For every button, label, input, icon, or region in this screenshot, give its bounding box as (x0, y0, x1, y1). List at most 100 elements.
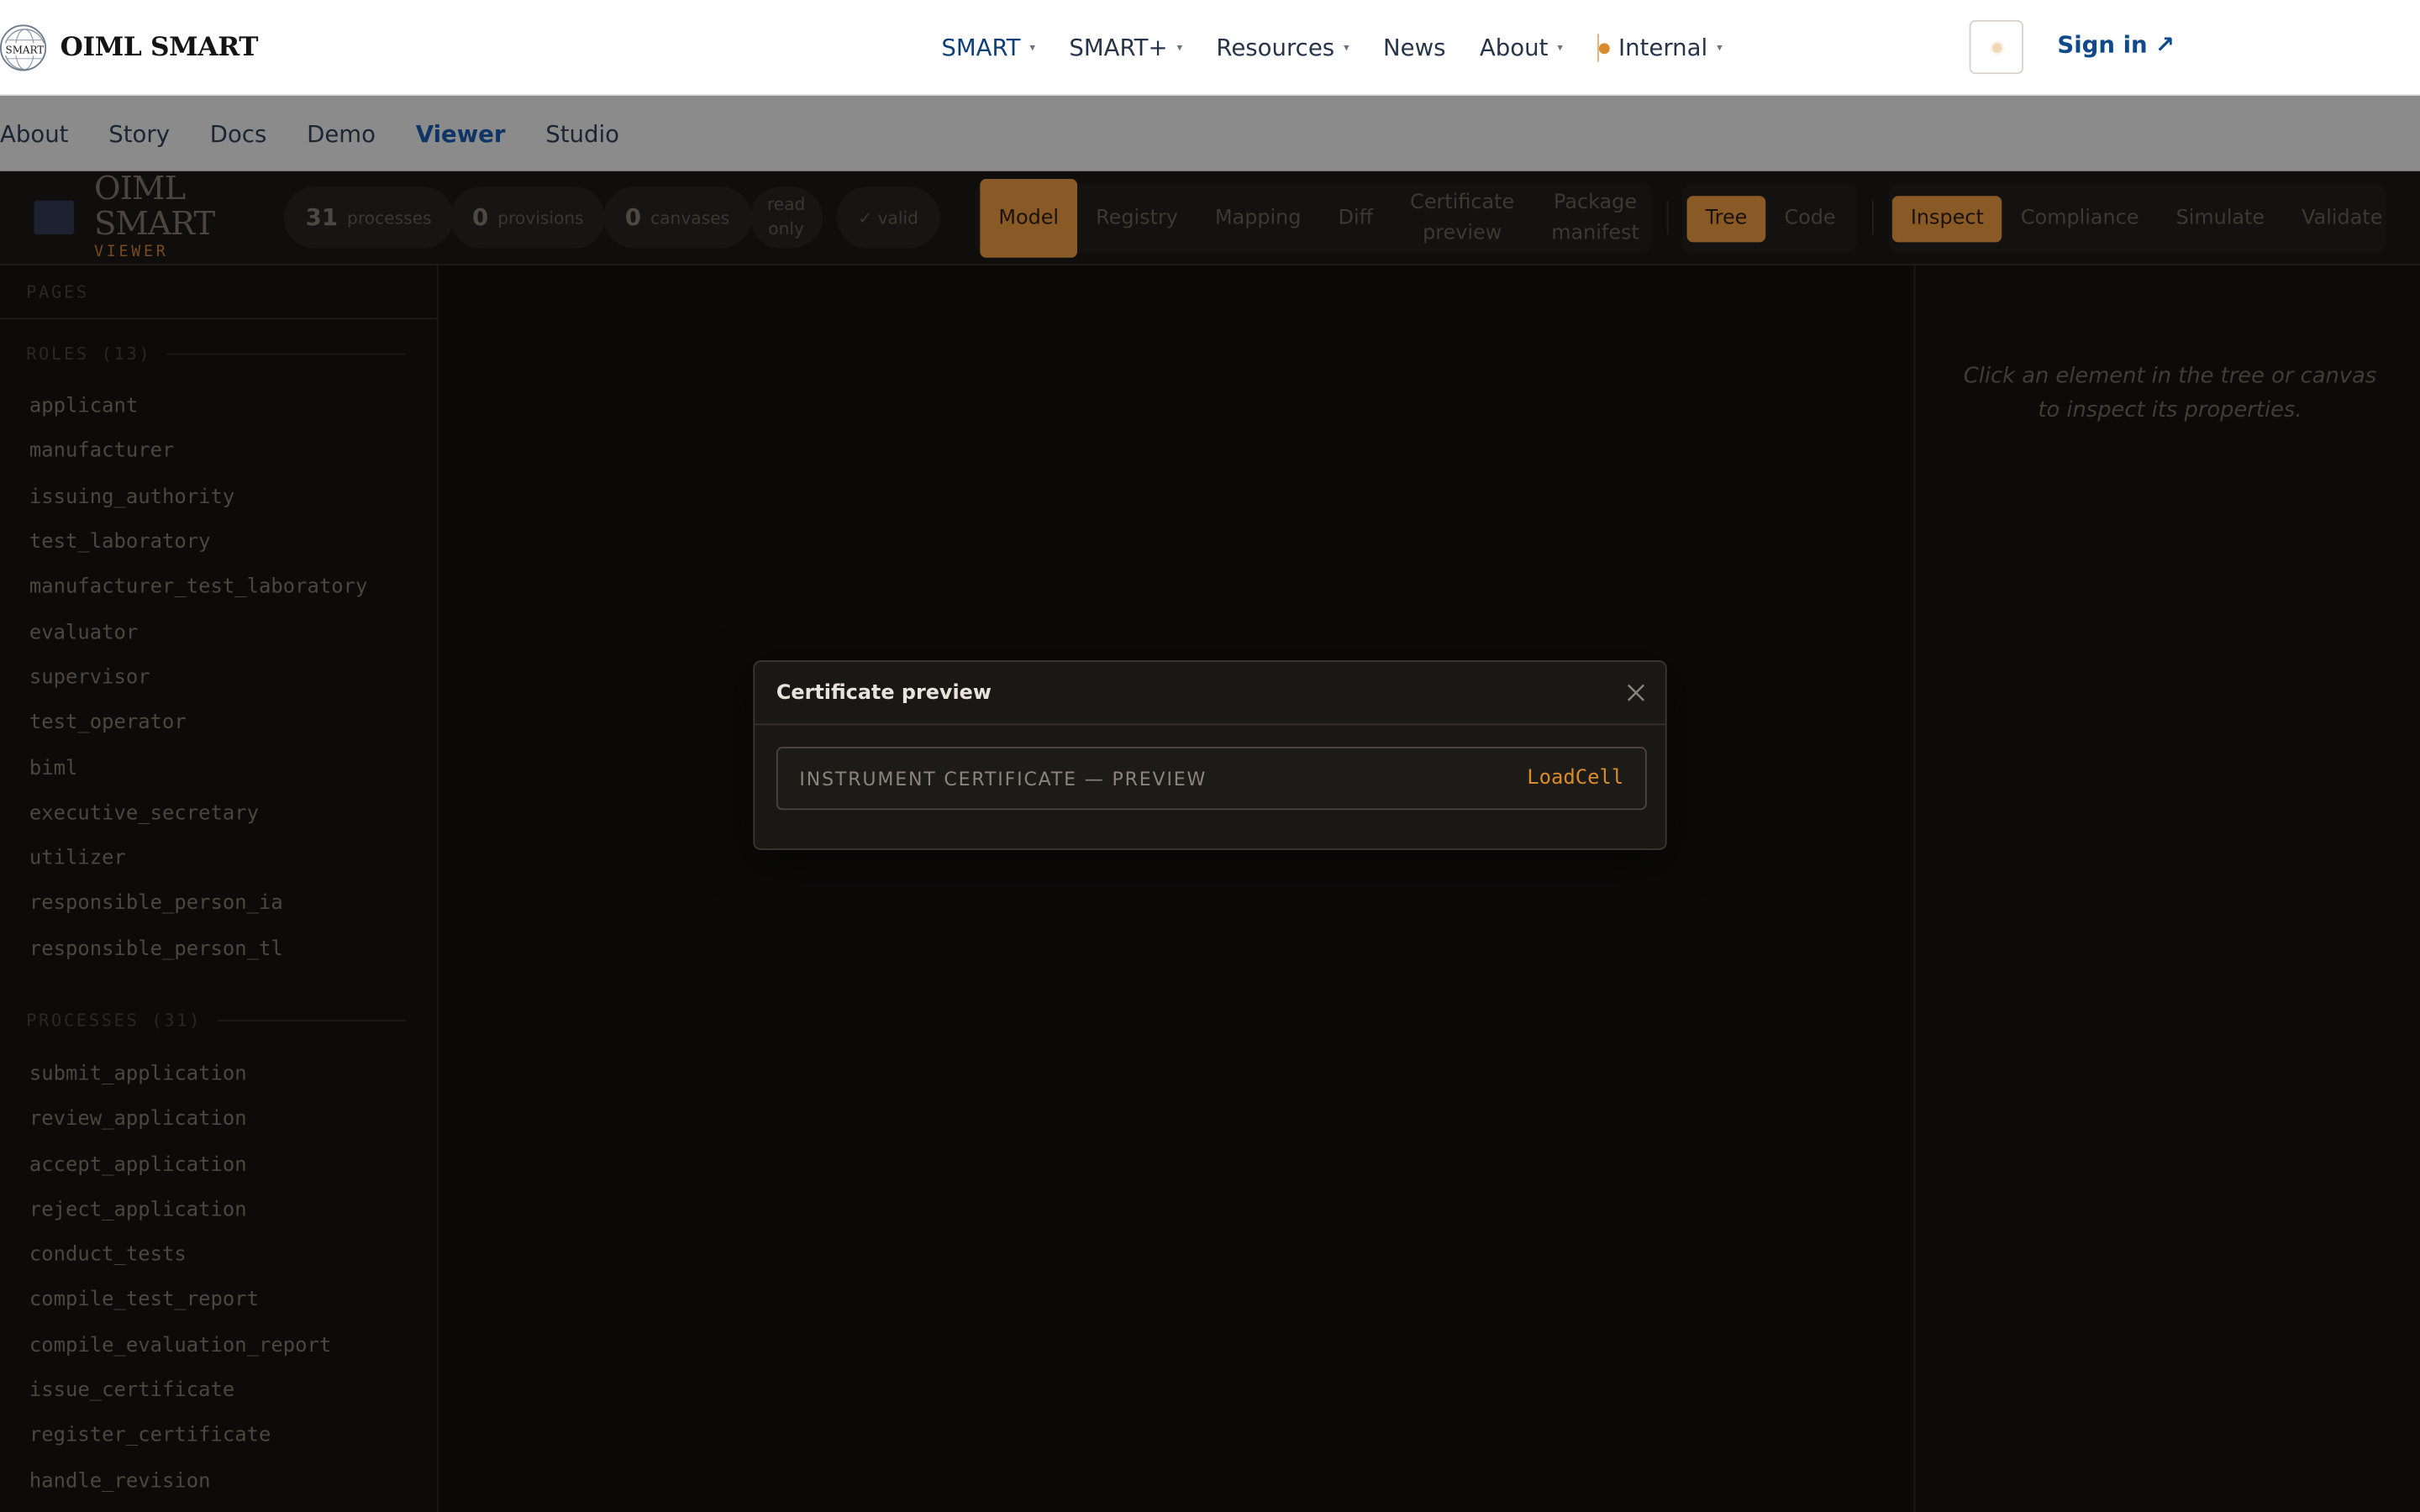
badge-line: read (766, 194, 806, 215)
tab-tree[interactable]: Tree (1686, 195, 1766, 242)
sidebar-item-process-handle-edition-change[interactable]: handle_edition_change (0, 1504, 437, 1512)
tab-label-line: preview (1423, 221, 1502, 245)
stat-canvases: 0 canvases (603, 186, 751, 249)
tab-registry[interactable]: Registry (1077, 203, 1197, 234)
viewer-title-line: OIML (94, 170, 186, 207)
status-dot-icon (1598, 42, 1609, 54)
certificate-preview-modal: Certificate preview INSTRUMENT CERTIFICA… (753, 660, 1667, 851)
chevron-down-icon: ▾ (1029, 41, 1035, 55)
sidebar-item-role-applicant[interactable]: applicant (0, 384, 437, 429)
chevron-down-icon: ▾ (1344, 41, 1349, 55)
pages-header: PAGES (0, 265, 437, 320)
svg-text:SMART: SMART (6, 44, 45, 55)
subnav-item-story[interactable]: Story (108, 119, 170, 147)
nav-item-resources[interactable]: Resources ▾ (1216, 34, 1349, 61)
roles-section-title: ROLES (13) (0, 323, 437, 384)
tab-package-manifest[interactable]: Package manifest (1533, 187, 1658, 249)
subnav-item-demo[interactable]: Demo (307, 119, 376, 147)
nav-item-label: News (1383, 34, 1446, 62)
inspector-hint: Click an element in the tree or canvas t… (1963, 364, 2377, 423)
processes-list: submit_application review_application acce… (0, 1052, 437, 1512)
nav-item-news[interactable]: News (1383, 34, 1445, 61)
brand-name: OIML SMART (60, 32, 259, 64)
badge-line: only (768, 218, 804, 239)
sidebar-item-role-test-operator[interactable]: test_operator (0, 701, 437, 746)
certificate-instrument-type: LoadCell (1527, 766, 1624, 790)
sidebar-item-process-issue-certificate[interactable]: issue_certificate (0, 1368, 437, 1414)
certificate-label: INSTRUMENT CERTIFICATE — PREVIEW (799, 767, 1207, 790)
section-title-text: PROCESSES (31) (26, 1011, 203, 1032)
model-canvas[interactable] (438, 265, 1914, 1512)
tab-code[interactable]: Code (1765, 203, 1854, 234)
sidebar-item-process-accept-application[interactable]: accept_application (0, 1142, 437, 1188)
subnav-item-studio[interactable]: Studio (545, 119, 619, 147)
tab-certificate-preview[interactable]: Certificate preview (1392, 187, 1533, 249)
roles-list: applicant manufacturer issuing_authority te… (0, 384, 437, 972)
valid-badge: ✓ valid (836, 186, 940, 249)
theme-toggle-button[interactable] (1969, 19, 2023, 75)
tab-inspect[interactable]: Inspect (1891, 195, 2002, 242)
sidebar-item-process-compile-evaluation-report[interactable]: compile_evaluation_report (0, 1323, 437, 1368)
tab-model[interactable]: Model (980, 179, 1078, 258)
sidebar-item-role-issuing-authority[interactable]: issuing_authority (0, 475, 437, 520)
sign-in-link[interactable]: Sign in ↗ (2057, 31, 2175, 59)
sidebar-item-role-biml[interactable]: biml (0, 746, 437, 791)
view-tabs: Model Registry Mapping Diff Certificate … (975, 179, 1652, 258)
tab-diff[interactable]: Diff (1320, 203, 1392, 234)
chevron-down-icon: ▾ (1557, 41, 1563, 55)
nav-item-label: About (1479, 34, 1549, 62)
read-only-badge: read only (750, 186, 823, 249)
sidebar-item-process-handle-revision[interactable]: handle_revision (0, 1459, 437, 1504)
sub-nav: About Story Docs Demo Viewer Studio (0, 95, 2420, 171)
nav-item-smart[interactable]: SMART ▾ (941, 34, 1035, 61)
sidebar-item-process-review-application[interactable]: review_application (0, 1097, 437, 1142)
sidebar-item-process-submit-application[interactable]: submit_application (0, 1052, 437, 1097)
toolbar-divider (1871, 200, 1874, 235)
sidebar-item-process-register-certificate[interactable]: register_certificate (0, 1414, 437, 1459)
close-icon[interactable] (1623, 680, 1648, 705)
sign-in-label: Sign in (2057, 30, 2148, 59)
sidebar-item-role-manufacturer-test-laboratory[interactable]: manufacturer_test_laboratory (0, 565, 437, 611)
tab-compliance[interactable]: Compliance (2002, 203, 2158, 234)
viewer-toolbar: OIML SMART VIEWER 31 processes 0 provisi… (0, 171, 2420, 265)
mode-tabs: Tree Code (1682, 183, 1857, 254)
viewer-subtitle: VIEWER (94, 244, 169, 261)
modal-header: Certificate preview (755, 662, 1665, 726)
sidebar-item-role-test-laboratory[interactable]: test_laboratory (0, 520, 437, 565)
nav-item-about[interactable]: About ▾ (1480, 34, 1563, 61)
sidebar-item-role-responsible-person-ia[interactable]: responsible_person_ia (0, 881, 437, 927)
brand[interactable]: SMART OIML SMART (0, 22, 259, 74)
toolbar-divider (1666, 200, 1669, 235)
modal-title: Certificate preview (776, 680, 992, 705)
sidebar-item-role-manufacturer[interactable]: manufacturer (0, 429, 437, 475)
sidebar-item-process-reject-application[interactable]: reject_application (0, 1188, 437, 1233)
processes-section-title: PROCESSES (31) (0, 990, 437, 1052)
subnav-item-about[interactable]: About (0, 119, 68, 147)
nav-item-internal[interactable]: Internal ▾ (1597, 34, 1723, 62)
sidebar-item-role-supervisor[interactable]: supervisor (0, 655, 437, 701)
tab-mapping[interactable]: Mapping (1197, 203, 1320, 234)
stat-count: 31 (305, 203, 339, 232)
sidebar-item-role-utilizer[interactable]: utilizer (0, 836, 437, 881)
sidebar-item-role-executive-secretary[interactable]: executive_secretary (0, 791, 437, 837)
viewer-title-line: SMART (94, 205, 215, 243)
stat-label: canvases (650, 207, 730, 228)
tab-validate[interactable]: Validate (2283, 203, 2401, 234)
valid-label: ✓ valid (858, 207, 918, 228)
certificate-preview-box: INSTRUMENT CERTIFICATE — PREVIEW LoadCel… (776, 746, 1647, 811)
subnav-item-docs[interactable]: Docs (210, 119, 267, 147)
viewer-logo-icon (34, 200, 75, 235)
tab-simulate[interactable]: Simulate (2158, 203, 2284, 234)
nav-divider (1597, 34, 1599, 62)
stat-label: provisions (497, 207, 584, 228)
sidebar-item-process-compile-test-report[interactable]: compile_test_report (0, 1278, 437, 1323)
subnav-item-viewer[interactable]: Viewer (416, 119, 506, 147)
external-arrow-icon: ↗ (2154, 30, 2175, 59)
tab-label-line: manifest (1551, 221, 1639, 245)
nav-item-smart-plus[interactable]: SMART+ ▾ (1069, 34, 1182, 61)
panel-tabs: Inspect Compliance Simulate Validate (1889, 183, 2386, 254)
stat-label: processes (347, 207, 432, 228)
sidebar-item-process-conduct-tests[interactable]: conduct_tests (0, 1233, 437, 1278)
sidebar-item-role-responsible-person-tl[interactable]: responsible_person_tl (0, 927, 437, 972)
sidebar-item-role-evaluator[interactable]: evaluator (0, 610, 437, 655)
